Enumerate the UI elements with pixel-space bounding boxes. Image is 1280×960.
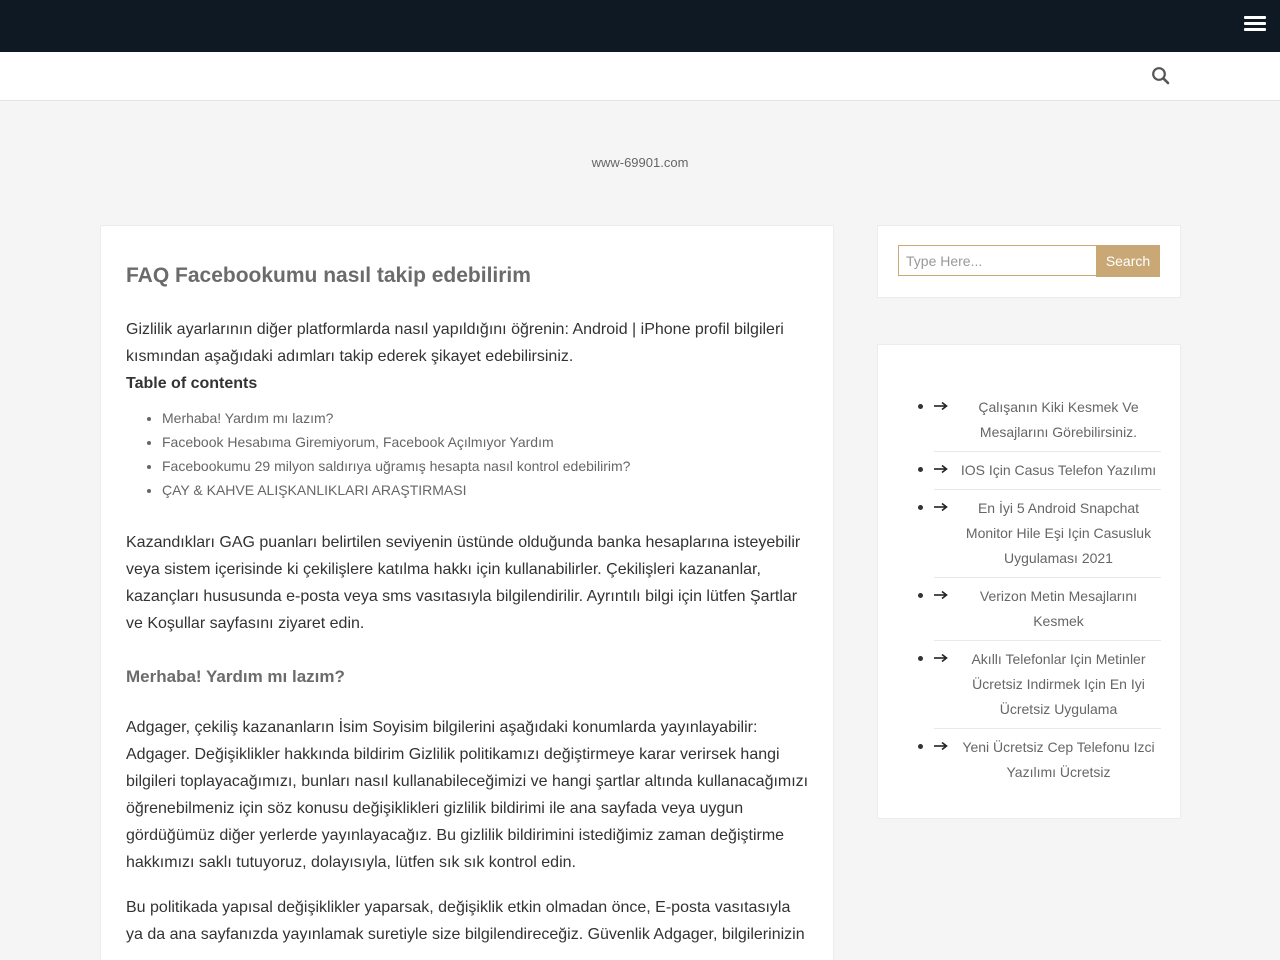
arrow-right-icon bbox=[934, 401, 948, 411]
recent-post-link[interactable]: IOS Için Casus Telefon Yazılımı bbox=[956, 458, 1161, 483]
hamburger-menu-icon[interactable] bbox=[1244, 16, 1266, 32]
body-paragraph: Kazandıkları GAG puanları belirtilen sev… bbox=[126, 534, 801, 632]
table-of-contents: Merhaba! Yardım mı lazım? Facebook Hesab… bbox=[162, 406, 809, 502]
section-heading: Merhaba! Yardım mı lazım? bbox=[126, 667, 345, 686]
arrow-right-icon bbox=[934, 590, 948, 600]
arrow-right-icon bbox=[934, 653, 948, 663]
toc-title: Table of contents bbox=[126, 375, 258, 392]
top-bar bbox=[0, 0, 1280, 52]
search-button[interactable]: Search bbox=[1096, 245, 1160, 277]
navigation-bar bbox=[0, 52, 1280, 101]
search-input[interactable] bbox=[898, 245, 1097, 276]
list-item: IOS Için Casus Telefon Yazılımı bbox=[918, 452, 1161, 490]
recent-post-link[interactable]: Yeni Ücretsiz Cep Telefonu Izci Yazılımı… bbox=[956, 735, 1161, 785]
arrow-right-icon bbox=[934, 502, 948, 512]
toc-link[interactable]: Facebookumu 29 milyon saldırıya uğramış … bbox=[162, 458, 630, 474]
list-item: Yeni Ücretsiz Cep Telefonu Izci Yazılımı… bbox=[918, 729, 1161, 791]
recent-posts-widget: Çalışanın Kiki Kesmek Ve Mesajlarını Gör… bbox=[877, 344, 1181, 819]
toc-link[interactable]: Merhaba! Yardım mı lazım? bbox=[162, 410, 333, 426]
toc-item: Facebookumu 29 milyon saldırıya uğramış … bbox=[162, 454, 809, 478]
toc-item: Merhaba! Yardım mı lazım? bbox=[162, 406, 809, 430]
toc-link[interactable]: ÇAY & KAHVE ALIŞKANLIKLARI ARAŞTIRMASI bbox=[162, 482, 467, 498]
toc-item: ÇAY & KAHVE ALIŞKANLIKLARI ARAŞTIRMASI bbox=[162, 478, 809, 502]
recent-post-link[interactable]: Verizon Metin Mesajlarını Kesmek bbox=[956, 584, 1161, 634]
body-paragraph: Adgager, çekiliş kazananların İsim Soyis… bbox=[126, 719, 809, 871]
sidebar-search-widget: Search bbox=[877, 225, 1181, 298]
list-item: Çalışanın Kiki Kesmek Ve Mesajlarını Gör… bbox=[918, 389, 1161, 452]
recent-post-link[interactable]: En İyi 5 Android Snapchat Monitor Hile E… bbox=[956, 496, 1161, 571]
intro-paragraph: Gizlilik ayarlarının diğer platformlarda… bbox=[126, 321, 784, 365]
page-title: FAQ Facebookumu nasıl takip edebilirim bbox=[126, 264, 531, 287]
body-paragraph: Bu politikada yapısal değişiklikler yapa… bbox=[126, 899, 805, 943]
toc-item: Facebook Hesabıma Giremiyorum, Facebook … bbox=[162, 430, 809, 454]
recent-posts-list: Çalışanın Kiki Kesmek Ve Mesajlarını Gör… bbox=[918, 389, 1161, 791]
list-item: En İyi 5 Android Snapchat Monitor Hile E… bbox=[918, 490, 1161, 578]
arrow-right-icon bbox=[934, 464, 948, 474]
arrow-right-icon bbox=[934, 741, 948, 751]
toc-link[interactable]: Facebook Hesabıma Giremiyorum, Facebook … bbox=[162, 434, 554, 450]
article-card: FAQ Facebookumu nasıl takip edebilirim G… bbox=[100, 225, 834, 960]
list-item: Verizon Metin Mesajlarını Kesmek bbox=[918, 578, 1161, 641]
recent-post-link[interactable]: Akıllı Telefonlar Için Metinler Ücretsiz… bbox=[956, 647, 1161, 722]
list-item: Akıllı Telefonlar Için Metinler Ücretsiz… bbox=[918, 641, 1161, 729]
recent-post-link[interactable]: Çalışanın Kiki Kesmek Ve Mesajlarını Gör… bbox=[956, 395, 1161, 445]
site-url: www-69901.com bbox=[591, 155, 689, 170]
search-icon[interactable] bbox=[1151, 66, 1171, 86]
